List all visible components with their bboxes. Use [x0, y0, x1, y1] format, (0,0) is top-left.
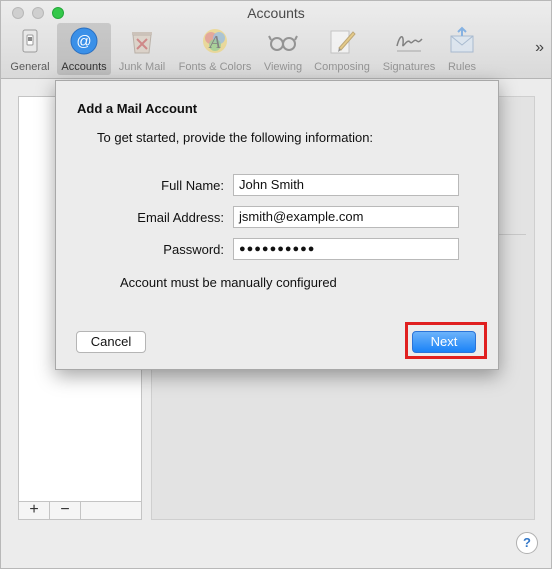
cancel-button[interactable]: Cancel [76, 331, 146, 353]
sheet-intro-text: To get started, provide the following in… [97, 130, 374, 145]
toolbar-overflow-chevron-icon[interactable]: » [535, 39, 544, 57]
account-list-footer: + − [18, 501, 142, 520]
add-mail-account-sheet: Add a Mail Account To get started, provi… [55, 80, 499, 370]
toolbar-fonts-colors[interactable]: A Fonts & Colors [173, 23, 257, 75]
add-account-button[interactable]: + [19, 502, 50, 519]
signature-icon [396, 36, 423, 52]
email-address-field[interactable]: jsmith@example.com [233, 206, 459, 228]
titlebar: Accounts General @ Accounts Junk Mail A … [1, 1, 551, 79]
sheet-title: Add a Mail Account [77, 101, 198, 116]
glasses-icon [268, 35, 298, 51]
toolbar-viewing[interactable]: Viewing [259, 23, 307, 75]
remove-account-button[interactable]: − [50, 502, 81, 519]
full-name-field[interactable]: John Smith [233, 174, 459, 196]
toolbar-signatures[interactable]: Signatures [377, 23, 441, 75]
junk-mail-icon [132, 32, 152, 54]
help-button[interactable]: ? [516, 532, 538, 554]
next-button-highlight [405, 322, 487, 359]
manual-config-note: Account must be manually configured [120, 275, 337, 290]
rules-icon [450, 26, 474, 53]
svg-text:@: @ [76, 33, 91, 50]
at-sign-icon: @ [70, 27, 98, 55]
toolbar-general[interactable]: General [4, 23, 56, 75]
general-icon [22, 29, 38, 53]
pencil-icon [330, 30, 356, 54]
toolbar-rules[interactable]: Rules [442, 23, 482, 75]
mail-preferences-window: Accounts General @ Accounts Junk Mail A … [0, 0, 552, 569]
full-name-label: Full Name: [161, 178, 224, 193]
fonts-colors-icon: A [203, 29, 227, 53]
password-field[interactable]: ●●●●●●●●●● [233, 238, 459, 260]
password-label: Password: [163, 242, 224, 257]
svg-text:A: A [209, 32, 222, 52]
email-address-label: Email Address: [137, 210, 224, 225]
window-title: Accounts [247, 5, 305, 21]
toolbar-junk-mail[interactable]: Junk Mail [114, 23, 170, 75]
toolbar-accounts[interactable]: @ Accounts [57, 23, 111, 75]
toolbar-composing[interactable]: Composing [309, 23, 375, 75]
